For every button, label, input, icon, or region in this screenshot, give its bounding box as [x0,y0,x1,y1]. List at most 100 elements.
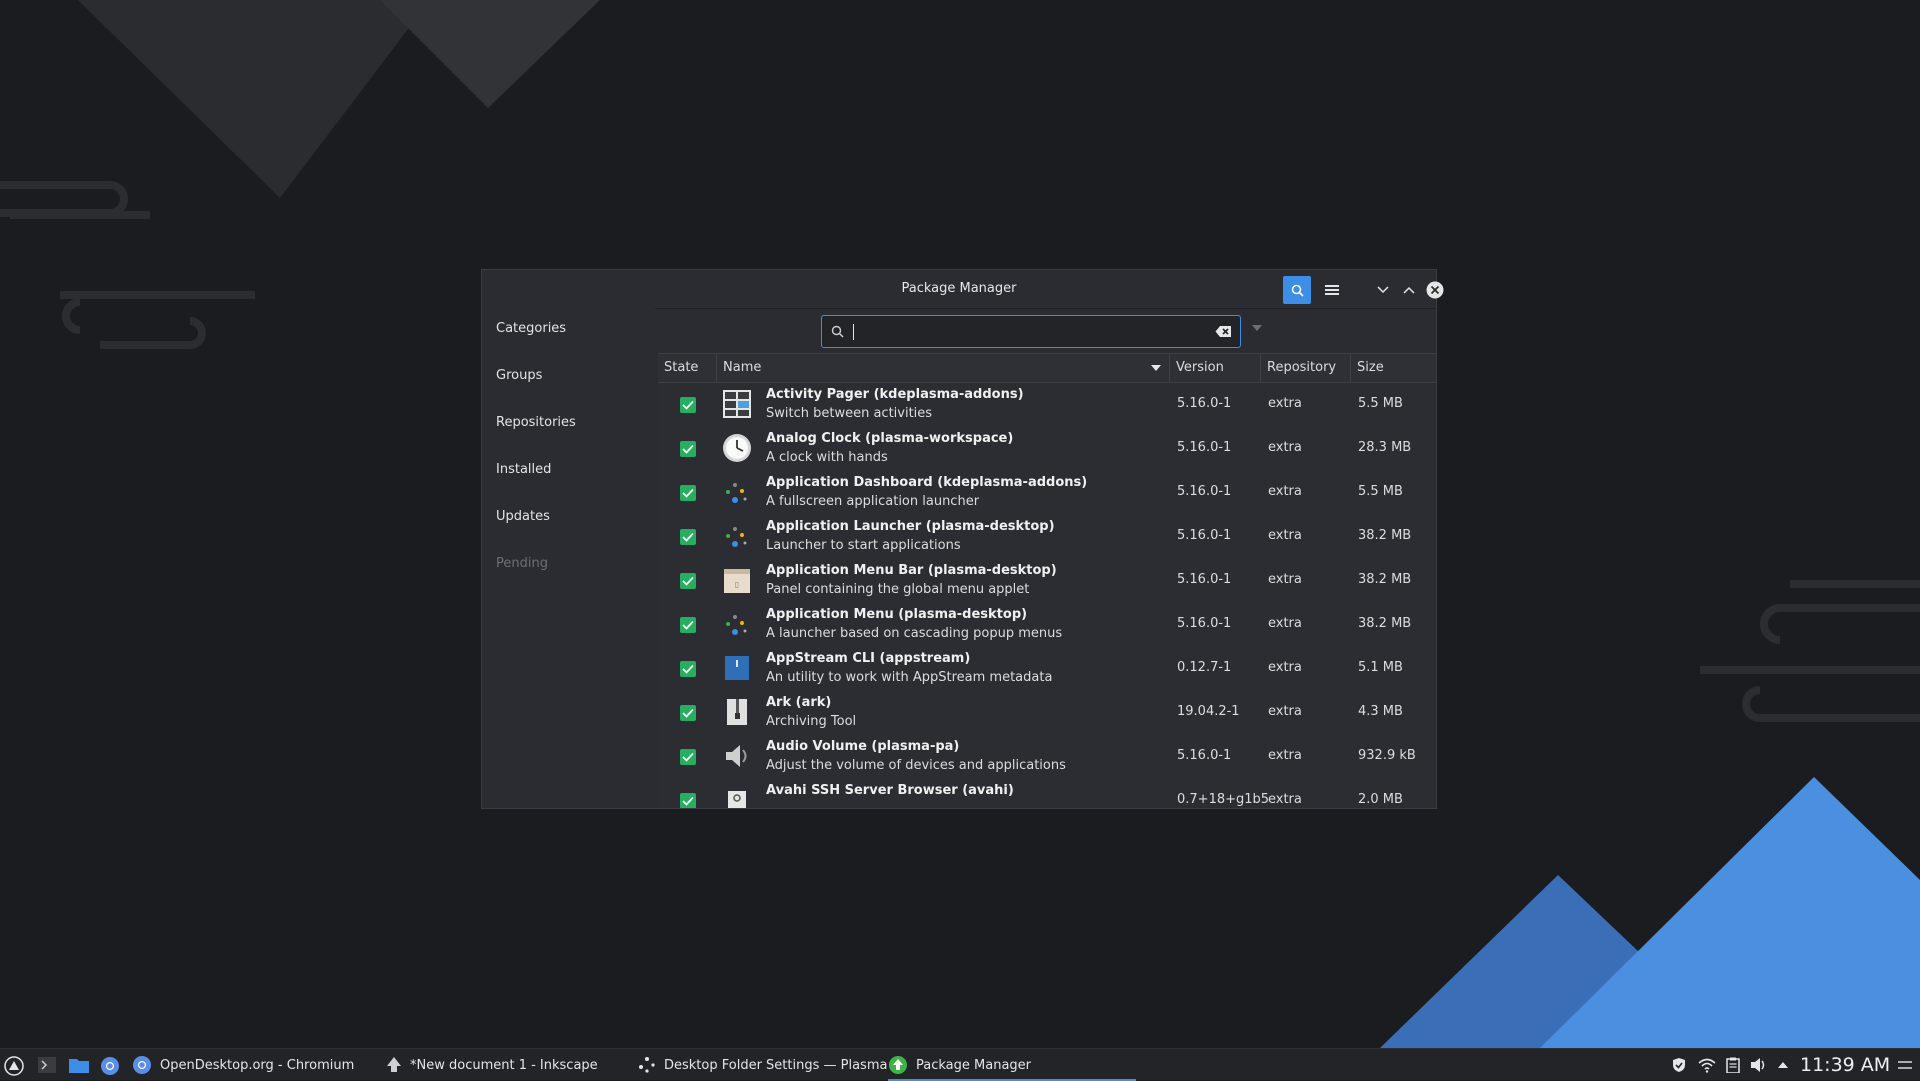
installed-checkbox[interactable] [680,793,696,808]
package-repository: extra [1268,440,1302,455]
checkmark-icon [682,444,694,454]
package-size: 2.0 MB [1358,792,1403,807]
checkmark-icon [682,752,694,762]
close-button[interactable] [1421,276,1449,304]
table-row[interactable]: Application Launcher (plasma-desktop) La… [658,515,1436,559]
minimize-button[interactable] [1369,276,1397,304]
installed-checkbox[interactable] [680,749,696,765]
package-description: Panel containing the global menu applet [766,582,1030,597]
column-header-name[interactable]: Name [717,354,1170,382]
table-row[interactable]: Application Menu (plasma-desktop) A laun… [658,603,1436,647]
tray-expand-arrow-icon[interactable] [1778,1062,1788,1068]
package-size: 5.1 MB [1358,660,1403,675]
maximize-button[interactable] [1395,276,1423,304]
table-row[interactable]: Activity Pager (kdeplasma-addons) Switch… [658,383,1436,427]
package-name: Application Menu Bar (plasma-desktop) [766,563,1057,578]
svg-text:▯: ▯ [735,580,739,589]
package-description: Launcher to start applications [766,538,961,553]
system-tray [1672,1049,1788,1081]
table-row[interactable]: Avahi SSH Server Browser (avahi) 0.7+18+… [658,779,1436,808]
package-size: 28.3 MB [1358,440,1412,455]
table-row[interactable]: ▯ Application Menu Bar (plasma-desktop) … [658,559,1436,603]
task-label: Package Manager [916,1057,1032,1073]
sidebar-item-categories[interactable]: Categories [496,318,566,340]
checkmark-icon [682,708,694,718]
search-box[interactable] [821,315,1241,348]
package-repository: extra [1268,528,1302,543]
installed-checkbox[interactable] [680,617,696,633]
table-row[interactable]: Ark (ark) Archiving Tool 19.04.2-1 extra… [658,691,1436,735]
show-desktop-icon[interactable] [1898,1059,1912,1071]
sidebar-item-updates[interactable]: Updates [496,506,550,528]
chevron-up-icon [1403,286,1415,294]
column-header-size[interactable]: Size [1351,354,1436,382]
installed-checkbox[interactable] [680,705,696,721]
table-row[interactable]: Application Dashboard (kdeplasma-addons)… [658,471,1436,515]
title-bar[interactable]: Package Manager [482,270,1444,309]
package-version: 5.16.0-1 [1177,748,1232,763]
file-manager-icon[interactable] [69,1057,89,1073]
package-version: 5.16.0-1 [1177,396,1232,411]
package-repository: extra [1268,616,1302,631]
installed-checkbox[interactable] [680,485,696,501]
package-name: Application Menu (plasma-desktop) [766,607,1028,622]
table-row[interactable]: AppStream CLI (appstream) An utility to … [658,647,1436,691]
column-header-state[interactable]: State [658,354,717,382]
package-description: Archiving Tool [766,714,857,729]
task-plasma-settings[interactable]: Desktop Folder Settings — Plasma [638,1049,887,1081]
package-repository: extra [1268,704,1302,719]
clear-text-icon[interactable] [1215,325,1232,338]
sort-descending-icon [1151,365,1161,371]
network-icon [728,791,746,808]
task-label: OpenDesktop.org - Chromium [160,1057,355,1073]
search-input[interactable] [852,320,1196,345]
terminal-icon[interactable] [38,1057,56,1073]
checkmark-icon [682,532,694,542]
checkmark-icon [682,796,694,806]
application-launcher-icon[interactable] [4,1056,24,1076]
column-header-repository[interactable]: Repository [1261,354,1351,382]
installed-checkbox[interactable] [680,529,696,545]
chromium-icon [133,1056,151,1074]
task-inkscape[interactable]: *New document 1 - Inkscape [386,1049,598,1081]
package-name: Audio Volume (plasma-pa) [766,739,960,754]
inkscape-icon [387,1057,401,1072]
sidebar-item-repositories[interactable]: Repositories [496,412,576,434]
installed-checkbox[interactable] [680,573,696,589]
hamburger-menu-button[interactable] [1318,276,1346,304]
clock[interactable]: 11:39 AM [1800,1049,1890,1081]
clipboard-icon[interactable] [1726,1057,1740,1073]
package-version: 5.16.0-1 [1177,440,1232,455]
table-row[interactable]: Analog Clock (plasma-workspace) A clock … [658,427,1436,471]
sidebar-item-installed[interactable]: Installed [496,459,551,481]
package-repository: extra [1268,572,1302,587]
package-name: Avahi SSH Server Browser (avahi) [766,783,1014,798]
table-row[interactable]: Audio Volume (plasma-pa) Adjust the volu… [658,735,1436,779]
package-description: A clock with hands [766,450,888,465]
installed-checkbox[interactable] [680,441,696,457]
package-size: 38.2 MB [1358,572,1412,587]
package-size: 5.5 MB [1358,396,1403,411]
package-repository: extra [1268,396,1302,411]
volume-icon[interactable] [1750,1057,1768,1073]
search-icon [1291,284,1304,297]
package-description: Adjust the volume of devices and applica… [766,758,1066,773]
chromium-launcher-icon[interactable] [100,1056,120,1076]
speaker-icon [726,745,747,767]
installed-checkbox[interactable] [680,661,696,677]
task-chromium[interactable]: OpenDesktop.org - Chromium [132,1049,354,1081]
shield-icon[interactable] [1672,1057,1686,1073]
sidebar-item-groups[interactable]: Groups [496,365,542,387]
search-dropdown-arrow-icon[interactable] [1252,325,1262,331]
package-version: 0.7+18+g1b5 [1177,792,1270,807]
package-size: 5.5 MB [1358,484,1403,499]
column-header-version[interactable]: Version [1170,354,1261,382]
installed-checkbox[interactable] [680,397,696,413]
checkmark-icon [682,576,694,586]
task-label: Desktop Folder Settings — Plasma [664,1057,888,1073]
search-toggle-button[interactable] [1283,276,1311,304]
wifi-icon[interactable] [1698,1057,1716,1073]
chevron-down-icon [1377,286,1389,294]
launcher-icon [726,483,747,503]
task-package-manager[interactable]: Package Manager [888,1049,1136,1081]
